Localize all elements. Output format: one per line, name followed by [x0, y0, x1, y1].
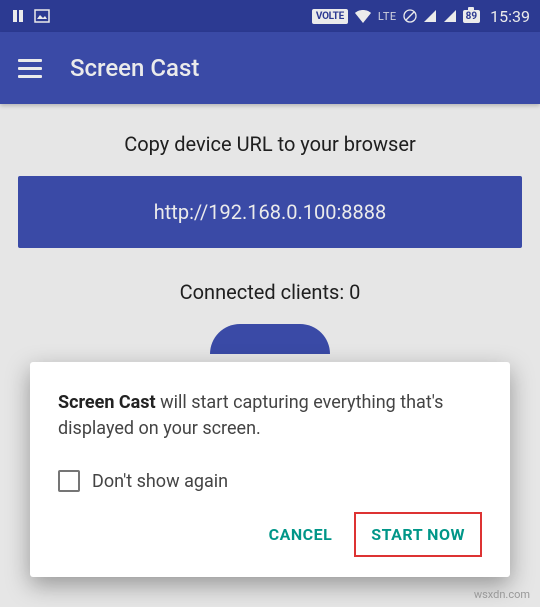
- dialog-app-name: Screen Cast: [58, 392, 156, 413]
- cancel-button[interactable]: CANCEL: [255, 512, 347, 557]
- dialog-message: Screen Cast will start capturing everyth…: [58, 390, 482, 442]
- watermark: wsxdn.com: [474, 588, 530, 601]
- dialog-actions: CANCEL START NOW: [58, 512, 482, 557]
- dont-show-checkbox[interactable]: [58, 470, 80, 492]
- start-now-button[interactable]: START NOW: [357, 515, 479, 554]
- dont-show-label: Don't show again: [92, 471, 228, 492]
- permission-dialog: Screen Cast will start capturing everyth…: [30, 362, 510, 577]
- start-now-highlight: START NOW: [354, 512, 482, 557]
- dont-show-row[interactable]: Don't show again: [58, 470, 482, 492]
- dialog-overlay: Screen Cast will start capturing everyth…: [0, 0, 540, 607]
